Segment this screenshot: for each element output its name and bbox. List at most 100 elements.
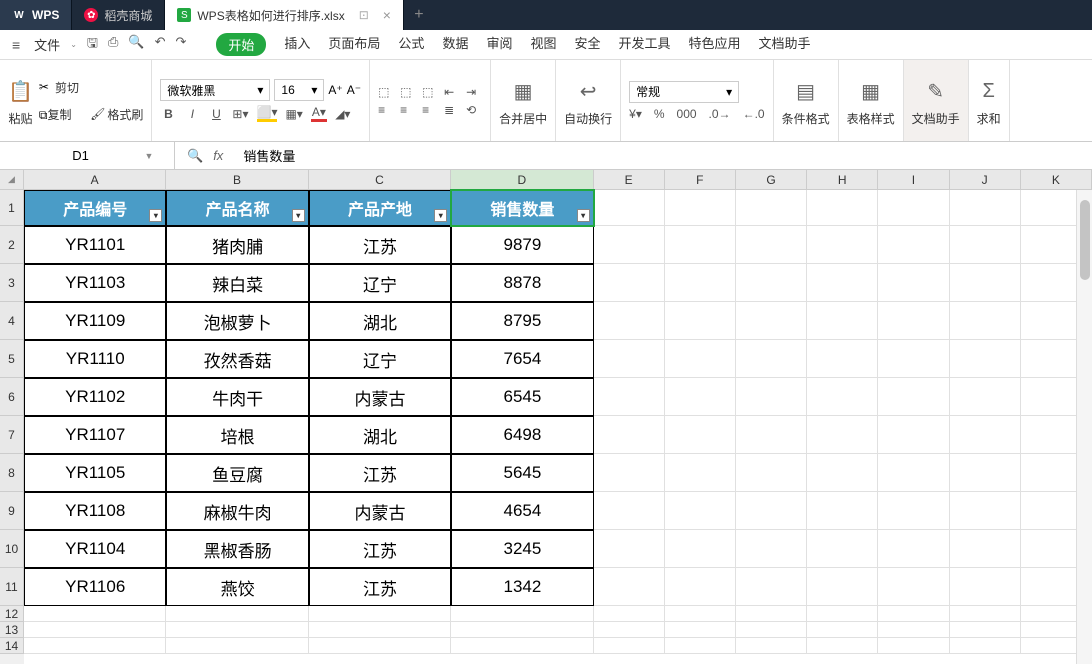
- cell[interactable]: [665, 454, 736, 492]
- indent-increase-icon[interactable]: ⇥: [466, 85, 482, 99]
- cell[interactable]: [878, 568, 949, 606]
- align-right-icon[interactable]: ≡: [422, 103, 438, 117]
- column-header[interactable]: B: [166, 170, 308, 190]
- tab-mall[interactable]: ✿ 稻壳商城: [72, 0, 165, 30]
- cell[interactable]: [878, 340, 949, 378]
- align-middle-icon[interactable]: ⬚: [400, 85, 416, 99]
- border-button[interactable]: ⊞▾: [232, 107, 248, 121]
- column-header[interactable]: C: [309, 170, 451, 190]
- column-header[interactable]: H: [807, 170, 878, 190]
- cell[interactable]: [665, 622, 736, 638]
- cell[interactable]: [878, 378, 949, 416]
- tab-special[interactable]: 特色应用: [689, 33, 741, 56]
- cell[interactable]: [807, 378, 878, 416]
- data-cell[interactable]: 培根: [166, 416, 308, 454]
- column-header[interactable]: K: [1021, 170, 1092, 190]
- sum-button[interactable]: Σ 求和: [977, 74, 1001, 127]
- comma-button[interactable]: 000: [677, 107, 697, 121]
- redo-icon[interactable]: ↷: [175, 34, 186, 56]
- data-cell[interactable]: YR1101: [24, 226, 166, 264]
- data-cell[interactable]: 3245: [451, 530, 593, 568]
- formula-input[interactable]: 销售数量: [235, 146, 1092, 165]
- font-color-button[interactable]: A▾: [311, 105, 327, 122]
- highlight-button[interactable]: ◢▾: [335, 107, 351, 121]
- row-header[interactable]: 3: [0, 264, 24, 302]
- cell[interactable]: [736, 378, 807, 416]
- preview-icon[interactable]: 🔍: [128, 34, 144, 56]
- cell[interactable]: [950, 264, 1021, 302]
- fx-icon[interactable]: fx: [213, 148, 223, 163]
- tab-wps[interactable]: W WPS: [0, 0, 72, 30]
- cell[interactable]: [807, 264, 878, 302]
- row-header[interactable]: 5: [0, 340, 24, 378]
- cell[interactable]: [736, 622, 807, 638]
- cell[interactable]: [950, 606, 1021, 622]
- align-top-icon[interactable]: ⬚: [378, 85, 394, 99]
- cell[interactable]: [451, 638, 593, 654]
- cell[interactable]: [736, 454, 807, 492]
- cell[interactable]: [950, 454, 1021, 492]
- cell[interactable]: [807, 530, 878, 568]
- tab-insert[interactable]: 插入: [284, 33, 310, 56]
- name-box[interactable]: ▼: [0, 142, 175, 169]
- cell[interactable]: [665, 302, 736, 340]
- cell[interactable]: [24, 622, 166, 638]
- cell[interactable]: [665, 226, 736, 264]
- cell[interactable]: [736, 492, 807, 530]
- chevron-down-icon[interactable]: ▼: [145, 151, 154, 161]
- cell[interactable]: [878, 606, 949, 622]
- tab-doc-helper[interactable]: 文档助手: [759, 33, 811, 56]
- print-icon[interactable]: ⎙: [108, 34, 118, 56]
- cell[interactable]: [594, 492, 665, 530]
- cell[interactable]: [594, 264, 665, 302]
- cell[interactable]: [878, 416, 949, 454]
- cell[interactable]: [807, 492, 878, 530]
- row-header[interactable]: 6: [0, 378, 24, 416]
- cell[interactable]: [950, 492, 1021, 530]
- tab-data[interactable]: 数据: [442, 33, 468, 56]
- cell[interactable]: [950, 638, 1021, 654]
- row-header[interactable]: 4: [0, 302, 24, 340]
- data-cell[interactable]: 内蒙古: [309, 492, 451, 530]
- cell[interactable]: [594, 302, 665, 340]
- cell[interactable]: [166, 622, 308, 638]
- chevron-down-icon[interactable]: ⌄: [70, 40, 77, 49]
- undo-icon[interactable]: ↶: [155, 34, 166, 56]
- cell[interactable]: [878, 638, 949, 654]
- data-cell[interactable]: 5645: [451, 454, 593, 492]
- cell[interactable]: [594, 530, 665, 568]
- tab-page-layout[interactable]: 页面布局: [328, 33, 380, 56]
- row-header[interactable]: 2: [0, 226, 24, 264]
- orientation-icon[interactable]: ⟲: [466, 103, 482, 117]
- cell[interactable]: [807, 638, 878, 654]
- cell[interactable]: [665, 416, 736, 454]
- italic-button[interactable]: I: [184, 107, 200, 121]
- data-cell[interactable]: 江苏: [309, 454, 451, 492]
- cell[interactable]: [736, 264, 807, 302]
- percent-button[interactable]: %: [654, 107, 665, 121]
- cell[interactable]: [594, 190, 665, 226]
- cut-button[interactable]: ✂剪切: [39, 79, 144, 96]
- cell[interactable]: [807, 226, 878, 264]
- cell[interactable]: [950, 568, 1021, 606]
- cell[interactable]: [950, 378, 1021, 416]
- data-cell[interactable]: 湖北: [309, 416, 451, 454]
- data-cell[interactable]: 燕饺: [166, 568, 308, 606]
- select-all-corner[interactable]: ◢: [0, 170, 24, 190]
- tab-dev-tools[interactable]: 开发工具: [619, 33, 671, 56]
- cell[interactable]: [878, 530, 949, 568]
- cell[interactable]: [594, 226, 665, 264]
- row-header[interactable]: 14: [0, 638, 24, 654]
- new-tab-button[interactable]: +: [404, 0, 434, 30]
- cell-style-button[interactable]: ▦▾: [285, 107, 302, 121]
- cell[interactable]: [950, 226, 1021, 264]
- cell[interactable]: [665, 530, 736, 568]
- cell[interactable]: [665, 340, 736, 378]
- filter-button[interactable]: ▾: [292, 209, 305, 222]
- data-cell[interactable]: YR1109: [24, 302, 166, 340]
- data-cell[interactable]: YR1103: [24, 264, 166, 302]
- conditional-format-button[interactable]: ▤ 条件格式: [782, 74, 830, 127]
- decrease-decimal-button[interactable]: ←.0: [743, 107, 765, 121]
- data-cell[interactable]: 麻椒牛肉: [166, 492, 308, 530]
- cell[interactable]: [665, 264, 736, 302]
